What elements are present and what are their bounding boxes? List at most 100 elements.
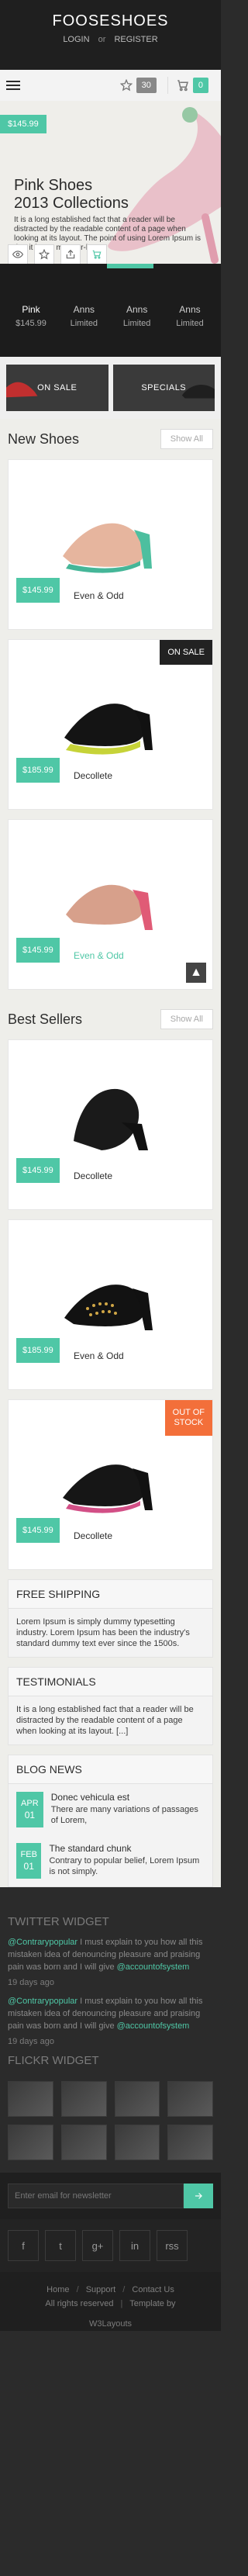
product-image	[74, 1088, 148, 1150]
blog-date: FEB 01	[16, 1843, 42, 1879]
blog-title[interactable]: Donec vehicula est	[51, 1792, 205, 1803]
product-image	[63, 523, 152, 573]
thumbnail-item[interactable]: Anns Limited	[59, 303, 108, 330]
footer-brand[interactable]: W3Layouts	[8, 2317, 213, 2331]
footer-contact-link[interactable]: Contact Us	[132, 2285, 174, 2294]
wishlist-add-icon[interactable]	[34, 244, 54, 264]
twitter-widget-title: TWITTER WIDGET	[8, 1915, 109, 1928]
product-card[interactable]: $145.99 Even & Odd	[8, 459, 213, 630]
cart-icon[interactable]	[173, 75, 193, 95]
flickr-thumbnail[interactable]	[114, 2081, 160, 2117]
tweet-mention[interactable]: @accountofsystem	[117, 2021, 190, 2031]
google-plus-icon[interactable]: g+	[82, 2230, 113, 2261]
tweet-handle[interactable]: @Contrarypopular	[8, 1938, 78, 1947]
product-name[interactable]: Decollete	[74, 770, 112, 781]
tweet-handle[interactable]: @Contrarypopular	[8, 1997, 78, 2006]
newsletter-email-input[interactable]: Enter email for newsletter	[8, 2184, 184, 2208]
product-name[interactable]: Decollete	[74, 1170, 112, 1181]
thumbnail-price: Limited	[122, 319, 151, 328]
product-name[interactable]: Decollete	[74, 1530, 112, 1541]
newsletter-submit-button[interactable]	[184, 2184, 213, 2208]
testimonials-text: It is a long established fact that a rea…	[16, 1705, 194, 1736]
hero-slider[interactable]: $145.99 Pink Shoes 2013 Collections It i…	[0, 101, 221, 264]
cart-count: 0	[192, 78, 208, 93]
hero-title-line-1: Pink Shoes	[14, 177, 93, 194]
product-card[interactable]: $185.99 Even & Odd	[8, 1219, 213, 1390]
out-of-stock-badge: OUT OF STOCK	[164, 1400, 212, 1436]
newsletter-form: Enter email for newsletter	[0, 2173, 221, 2219]
thumbnail-price: Limited	[176, 319, 204, 328]
flickr-thumbnail[interactable]	[8, 2081, 53, 2117]
menu-icon[interactable]	[6, 76, 25, 95]
facebook-icon[interactable]: f	[8, 2230, 39, 2261]
mobile-store-page: FOOSESHOES LOGIN or REGISTER 30 0 $145.9…	[0, 0, 221, 2576]
product-card[interactable]: ON SALE $185.99 Decollete	[8, 639, 213, 810]
footer-separator: /	[76, 2285, 79, 2294]
view-icon[interactable]	[8, 244, 28, 264]
rss-icon[interactable]: rss	[157, 2230, 188, 2261]
product-card[interactable]: OUT OF STOCK $145.99 Decollete	[8, 1399, 213, 1570]
on-sale-label: ON SALE	[37, 383, 78, 392]
thumbnail-item[interactable]: Anns Limited	[112, 303, 162, 330]
flickr-thumbnail[interactable]	[60, 2125, 107, 2160]
arrow-right-icon	[195, 2193, 202, 2199]
flickr-thumbnail[interactable]	[60, 2081, 107, 2117]
tweet: @Contrarypopular I must explain to you h…	[8, 1995, 213, 2048]
flickr-thumbnail[interactable]	[114, 2125, 160, 2160]
share-icon[interactable]	[60, 244, 81, 264]
blog-body: Donec vehicula est There are many variat…	[51, 1792, 205, 1826]
new-shoes-show-all-button[interactable]: Show All	[160, 429, 213, 449]
thumbnail-item[interactable]: Pink $145.99	[6, 303, 56, 330]
hero-actions	[8, 244, 107, 264]
blog-date: APR 01	[16, 1792, 43, 1827]
blog-title[interactable]: The standard chunk	[49, 1843, 205, 1854]
twitter-icon[interactable]: t	[45, 2230, 76, 2261]
footer-credit: All rights reserved | Template by	[8, 2297, 213, 2311]
specials-label: SPECIALS	[141, 383, 187, 392]
login-link[interactable]: LOGIN	[63, 35, 89, 44]
blog-snippet: There are many variations of passages of…	[50, 1805, 198, 1825]
footer-home-link[interactable]: Home	[46, 2285, 69, 2294]
specials-banner[interactable]: SPECIALS	[112, 365, 215, 411]
flickr-thumbnail[interactable]	[8, 2125, 53, 2160]
brand-text: FOOSESHOES	[52, 12, 169, 29]
thumbnail-item[interactable]: Anns Limited	[165, 303, 215, 330]
product-image	[66, 884, 153, 930]
wishlist-icon[interactable]	[116, 75, 136, 95]
product-card[interactable]: $145.99 Even & Odd ▲	[8, 819, 213, 990]
flickr-grid	[8, 2075, 213, 2173]
product-name[interactable]: Even & Odd	[74, 950, 124, 961]
flickr-widget-title: FLICKR WIDGET	[8, 2054, 99, 2067]
product-name[interactable]: Even & Odd	[74, 590, 124, 601]
hero-price-tag: $145.99	[0, 115, 46, 133]
blog-news-title: BLOG NEWS	[9, 1755, 212, 1784]
tweet-mention[interactable]: @accountofsystem	[117, 1962, 190, 1972]
register-link[interactable]: REGISTER	[114, 35, 157, 44]
header: FOOSESHOES LOGIN or REGISTER	[0, 0, 221, 70]
scroll-up-icon[interactable]: ▲	[186, 963, 206, 983]
social-links: f t g+ in rss	[0, 2219, 221, 2272]
footer-rights: All rights reserved	[45, 2299, 114, 2308]
footer-support-link[interactable]: Support	[86, 2285, 116, 2294]
blog-item[interactable]: FEB 01 The standard chunk Contrary to po…	[9, 1835, 212, 1886]
thumbnail-name: Anns	[126, 304, 148, 315]
blog-item[interactable]: APR 01 Donec vehicula est There are many…	[9, 1784, 212, 1835]
best-sellers-title: Best Sellers	[8, 1011, 83, 1027]
on-sale-banner[interactable]: ON SALE	[6, 365, 108, 411]
top-toolbar: 30 0	[0, 70, 221, 101]
flickr-thumbnail[interactable]	[167, 2125, 213, 2160]
product-image	[64, 704, 153, 755]
linkedin-icon[interactable]: in	[119, 2230, 150, 2261]
blog-snippet: Contrary to popular belief, Lorem Ipsum …	[49, 1856, 200, 1876]
product-card[interactable]: $145.99 Decollete	[8, 1039, 213, 1210]
footer-widgets: TWITTER WIDGET @Contrarypopular I must e…	[0, 1898, 221, 2331]
out-of-stock-line-2: STOCK	[174, 1418, 204, 1427]
product-name[interactable]: Even & Odd	[74, 1350, 124, 1361]
flickr-thumbnail[interactable]	[167, 2081, 213, 2117]
testimonials-title: TESTIMONIALS	[9, 1668, 212, 1696]
best-sellers-show-all-button[interactable]: Show All	[160, 1009, 213, 1029]
blog-month: APR	[21, 1799, 39, 1808]
new-shoes-title: New Shoes	[8, 430, 80, 447]
brand-logo[interactable]: FOOSESHOES	[0, 0, 221, 30]
add-to-cart-icon[interactable]	[87, 244, 107, 264]
